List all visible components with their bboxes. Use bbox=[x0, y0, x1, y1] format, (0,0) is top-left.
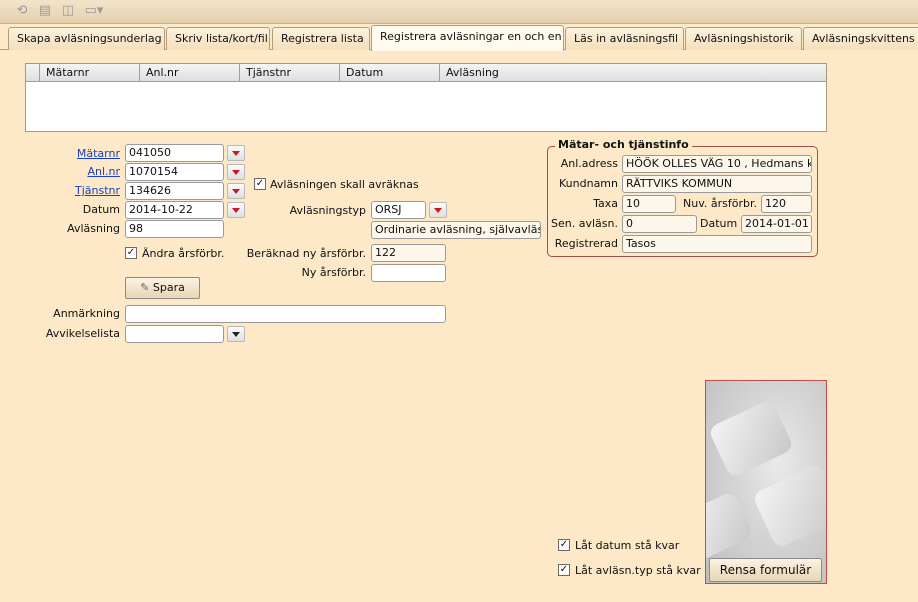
grid-row-selector-header bbox=[26, 64, 39, 82]
rensa-formular-button[interactable]: Rensa formulär bbox=[709, 558, 822, 582]
avvikelselista-select[interactable] bbox=[125, 325, 224, 343]
export-icon[interactable]: ▭▾ bbox=[82, 3, 106, 19]
tab-skriv-lista[interactable]: Skriv lista/kort/fil bbox=[166, 27, 270, 50]
anlnr-label[interactable]: Anl.nr bbox=[60, 163, 120, 180]
anlnr-dropdown-icon[interactable] bbox=[227, 164, 245, 180]
datum-input[interactable]: 2014-10-22 bbox=[125, 201, 224, 219]
tab-registrera-lista[interactable]: Registrera lista bbox=[272, 27, 370, 50]
lat-datum-label: Låt datum stå kvar bbox=[575, 539, 680, 552]
avlasning-label: Avläsning bbox=[67, 222, 120, 235]
save-icon: ✎ bbox=[140, 281, 150, 294]
avlasningstyp-dropdown-icon[interactable] bbox=[429, 202, 447, 218]
andra-arsforbr-label: Ändra årsförbr. bbox=[142, 247, 225, 260]
grid-col-matarnr[interactable]: Mätarnr bbox=[39, 64, 139, 82]
beraknad-label: Beräknad ny årsförbr. bbox=[246, 247, 366, 260]
grid-col-anlnr[interactable]: Anl.nr bbox=[139, 64, 239, 82]
datum-label: Datum bbox=[82, 203, 120, 216]
print-preview-icon[interactable]: ◫ bbox=[59, 3, 77, 19]
sen-avlasn-field: 0 bbox=[622, 215, 697, 233]
matarnr-label[interactable]: Mätarnr bbox=[60, 145, 120, 162]
ny-arsforbr-label: Ny årsförbr. bbox=[301, 266, 366, 279]
anlnr-input[interactable]: 1070154 bbox=[125, 163, 224, 181]
registrerad-field: Tasos bbox=[622, 235, 812, 253]
print-icon[interactable]: ▤ bbox=[36, 3, 54, 19]
matar-tjanst-info-title: Mätar- och tjänstinfo bbox=[555, 138, 692, 151]
lat-avlasntyp-checkbox[interactable]: ✓ bbox=[558, 564, 570, 576]
grid-col-avlasning[interactable]: Avläsning bbox=[439, 64, 826, 82]
tab-bar: Skapa avläsningsunderlag Skriv lista/kor… bbox=[0, 24, 918, 51]
taxa-label: Taxa bbox=[593, 197, 618, 210]
spara-button[interactable]: ✎ Spara bbox=[125, 277, 200, 299]
tjanstnr-input[interactable]: 134626 bbox=[125, 182, 224, 200]
sen-avlasn-label: Sen. avläsn. bbox=[551, 217, 618, 230]
kundnamn-field: RÄTTVIKS KOMMUN bbox=[622, 175, 812, 193]
avlasningstyp-label: Avläsningstyp bbox=[289, 204, 366, 217]
anmarkning-input[interactable] bbox=[125, 305, 446, 323]
avlasningstyp-description: Ordinarie avläsning, självavläsnir bbox=[371, 221, 541, 239]
nuv-arsforbr-field: 120 bbox=[761, 195, 812, 213]
datum-picker-icon[interactable] bbox=[227, 202, 245, 218]
toolbar: ⟲ ▤ ◫ ▭▾ bbox=[0, 0, 918, 24]
back-icon[interactable]: ⟲ bbox=[13, 3, 31, 19]
andra-arsforbr-checkbox[interactable]: ✓ bbox=[125, 247, 137, 259]
anladress-label: Anl.adress bbox=[560, 157, 618, 170]
avvikelselista-dropdown-icon[interactable] bbox=[227, 326, 245, 342]
avrakna-label: Avläsningen skall avräknas bbox=[270, 178, 419, 191]
taxa-field: 10 bbox=[622, 195, 676, 213]
keycap-shape bbox=[707, 398, 795, 479]
info-datum-label: Datum bbox=[700, 217, 738, 230]
keycap-shape bbox=[751, 462, 826, 550]
grid-col-tjanstnr[interactable]: Tjänstnr bbox=[239, 64, 339, 82]
grid-col-datum[interactable]: Datum bbox=[339, 64, 439, 82]
tab-skapa-avlasningsunderlag[interactable]: Skapa avläsningsunderlag bbox=[8, 27, 165, 50]
ny-arsforbr-input[interactable] bbox=[371, 264, 446, 282]
tab-avlasningskvittens[interactable]: Avläsningskvittens bbox=[803, 27, 918, 50]
tab-avlasningshistorik[interactable]: Avläsningshistorik bbox=[685, 27, 802, 50]
beraknad-arsforbr-field: 122 bbox=[371, 244, 446, 262]
spara-button-label: Spara bbox=[152, 281, 185, 294]
registrerad-label: Registrerad bbox=[554, 237, 618, 250]
keycap-shape bbox=[706, 490, 754, 562]
avlasning-input[interactable]: 98 bbox=[125, 220, 224, 238]
avlasningstyp-input[interactable]: ORSJ bbox=[371, 201, 426, 219]
avrakna-checkbox[interactable]: ✓ bbox=[254, 178, 266, 190]
tab-las-in-avlasningsfil[interactable]: Läs in avläsningsfil bbox=[565, 27, 684, 50]
nuv-arsforbr-label: Nuv. årsförbr. bbox=[683, 197, 757, 210]
grid-header: Mätarnr Anl.nr Tjänstnr Datum Avläsning bbox=[26, 64, 826, 82]
info-datum-field: 2014-01-01 bbox=[741, 215, 812, 233]
tjanstnr-dropdown-icon[interactable] bbox=[227, 183, 245, 199]
tjanstnr-label[interactable]: Tjänstnr bbox=[60, 182, 120, 199]
anmarkning-label: Anmärkning bbox=[53, 307, 120, 320]
kundnamn-label: Kundnamn bbox=[559, 177, 618, 190]
decorative-keyboard-image bbox=[705, 380, 827, 584]
tab-registrera-en-och-en[interactable]: Registrera avläsningar en och en bbox=[371, 25, 564, 51]
matarnr-dropdown-icon[interactable] bbox=[227, 145, 245, 161]
readings-grid[interactable]: Mätarnr Anl.nr Tjänstnr Datum Avläsning bbox=[25, 63, 827, 132]
avvikelselista-label: Avvikelselista bbox=[45, 327, 120, 340]
lat-avlasntyp-label: Låt avläsn.typ stå kvar bbox=[575, 564, 701, 577]
lat-datum-checkbox[interactable]: ✓ bbox=[558, 539, 570, 551]
matarnr-input[interactable]: 041050 bbox=[125, 144, 224, 162]
anladress-field: HÖÖK OLLES VÄG 10 , Hedmans kiosk bbox=[622, 155, 812, 173]
